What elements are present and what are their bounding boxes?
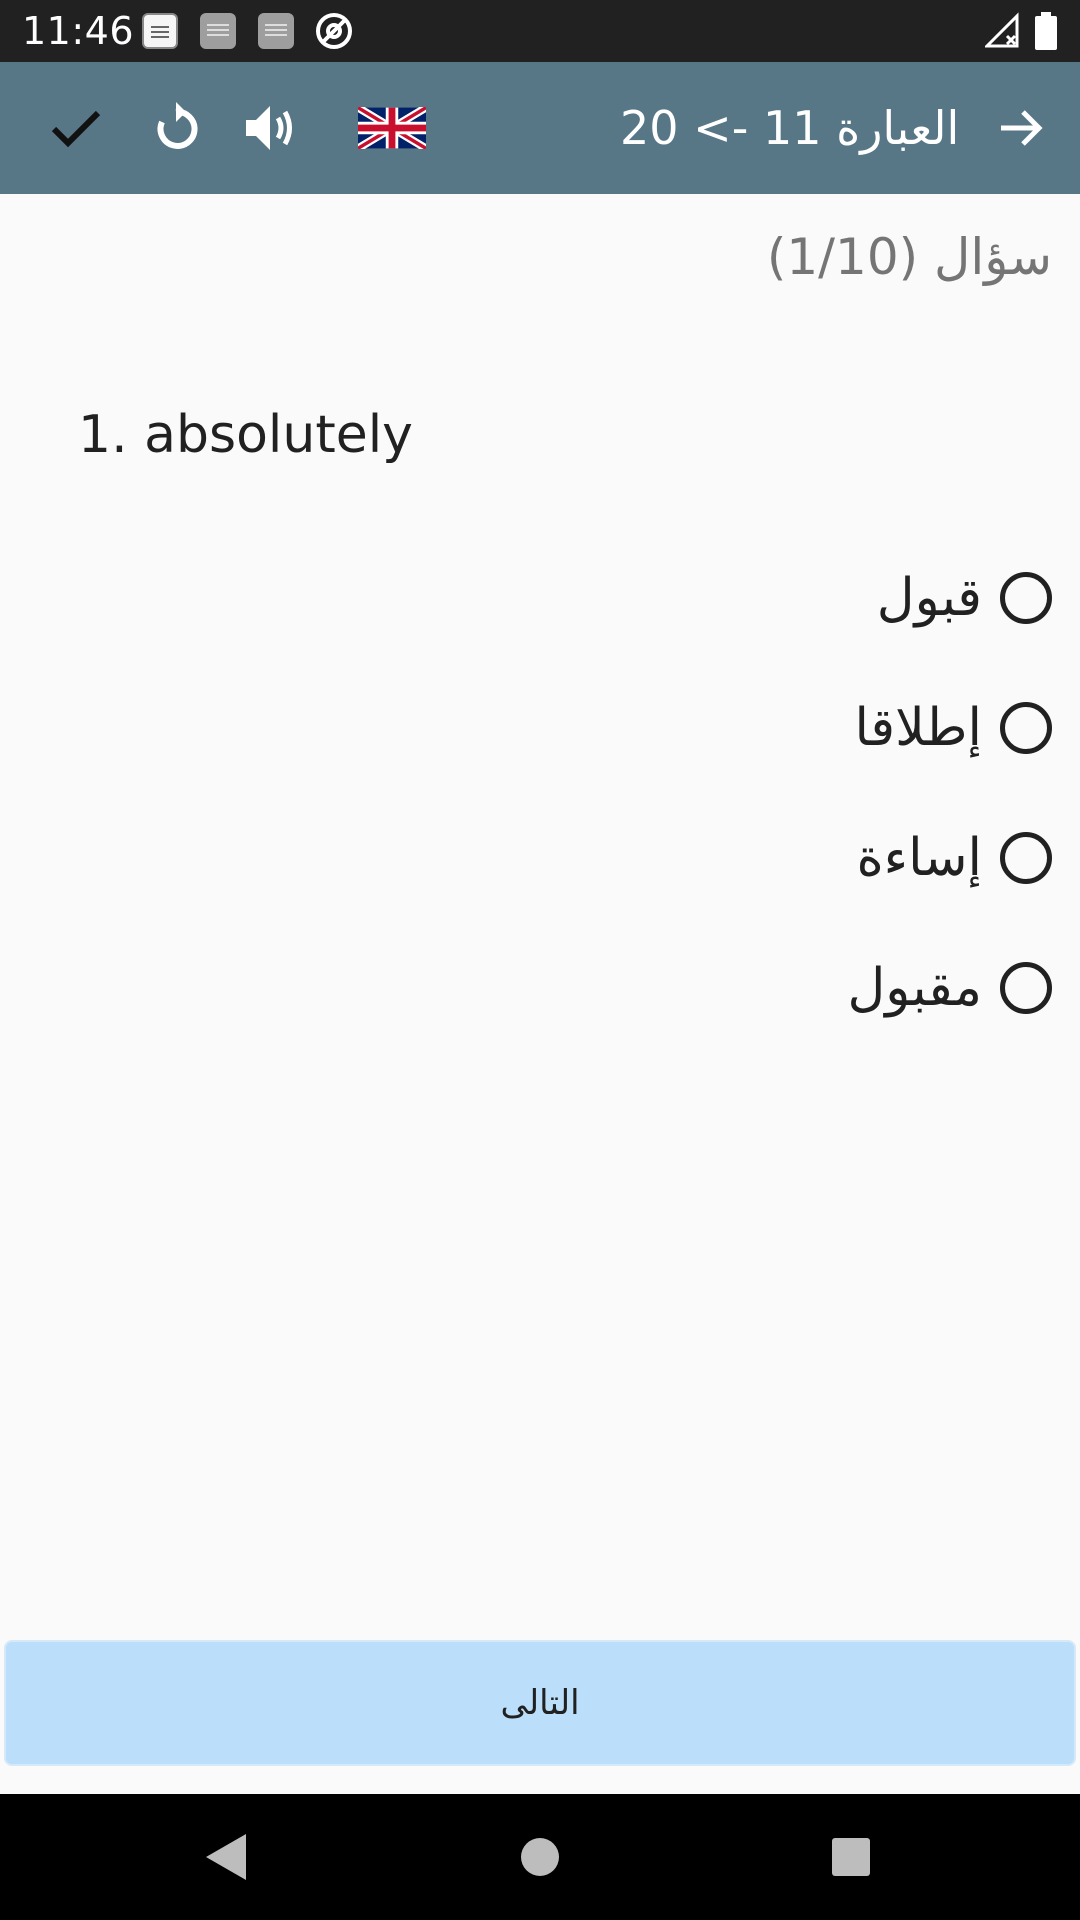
answer-option[interactable]: قبول	[877, 556, 1052, 640]
forward-button[interactable]	[979, 86, 1063, 170]
app-toolbar: العبارة 11 -> 20	[0, 62, 1080, 194]
answer-option-label: إساءة	[856, 828, 982, 888]
answer-option-label: إطلاقا	[854, 698, 982, 758]
app-notification-icon	[200, 13, 236, 49]
answer-option[interactable]: مقبول	[847, 946, 1052, 1030]
back-triangle-icon	[206, 1834, 246, 1880]
nav-recents-button[interactable]	[818, 1824, 884, 1890]
next-button[interactable]: التالى	[4, 1640, 1076, 1766]
status-bar: 11:46	[0, 0, 1080, 62]
system-navigation-bar	[0, 1794, 1080, 1920]
uk-flag-icon	[358, 107, 426, 149]
nav-back-button[interactable]	[192, 1824, 258, 1890]
recents-square-icon	[832, 1838, 870, 1876]
answer-option-label: قبول	[876, 568, 982, 628]
answer-option[interactable]: إطلاقا	[854, 686, 1052, 770]
no-signal-icon	[985, 12, 1019, 48]
nav-home-button[interactable]	[507, 1824, 573, 1890]
toolbar-title: العبارة 11 -> 20	[620, 101, 960, 155]
app-notification-icon	[258, 13, 294, 49]
question-word: 1. absolutely	[78, 405, 413, 465]
next-button-label: التالى	[500, 1683, 580, 1723]
answer-option[interactable]: إساءة	[856, 816, 1052, 900]
radio-button[interactable]	[1000, 832, 1052, 884]
refresh-icon	[157, 102, 198, 149]
battery-full-icon	[1035, 12, 1057, 50]
radio-button[interactable]	[1000, 572, 1052, 624]
status-time: 11:46	[22, 9, 135, 53]
radio-button[interactable]	[1000, 702, 1052, 754]
check-button[interactable]	[34, 86, 118, 170]
arrow-forward-icon	[1001, 110, 1043, 146]
check-icon	[51, 110, 101, 148]
volume-icon	[246, 106, 292, 150]
at-sign-icon	[316, 13, 352, 49]
refresh-button[interactable]	[134, 86, 218, 170]
play-sound-button[interactable]	[228, 86, 312, 170]
language-button[interactable]	[350, 86, 434, 170]
question-counter: سؤال (1/10)	[766, 228, 1052, 286]
app-notification-icon	[142, 13, 178, 49]
answer-option-label: مقبول	[847, 958, 983, 1018]
radio-button[interactable]	[1000, 962, 1052, 1014]
home-circle-icon	[521, 1838, 559, 1876]
